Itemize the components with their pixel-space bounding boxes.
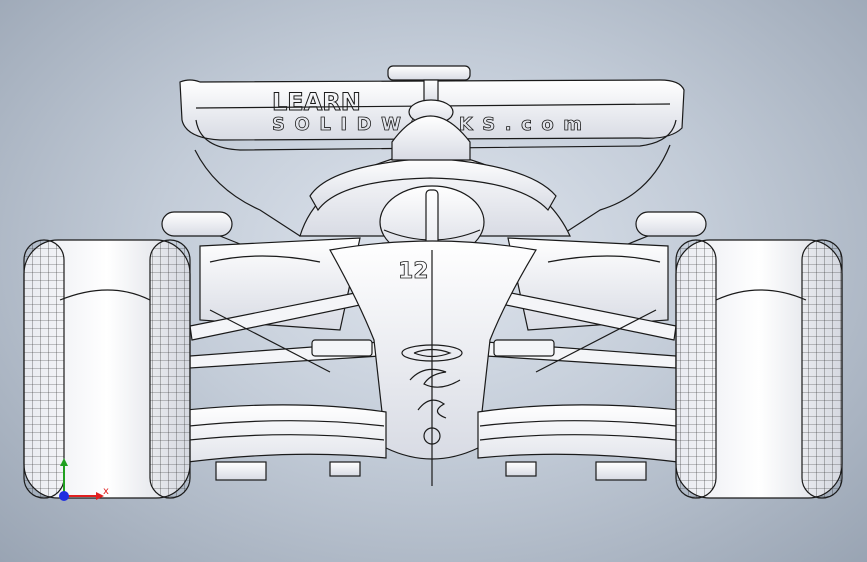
triad-x-label: x: [103, 486, 109, 497]
graphics-viewport[interactable]: LEARN SOLIDWORKS.com: [0, 0, 867, 562]
right-front-tyre: [675, 239, 843, 499]
right-mirror: [627, 211, 707, 245]
nose-number: 12: [398, 259, 429, 284]
car-model-render[interactable]: LEARN SOLIDWORKS.com: [0, 0, 867, 562]
reference-triad: x: [48, 458, 118, 508]
triad-axes-icon: [59, 458, 104, 501]
left-mirror: [161, 211, 241, 245]
rear-wing-text-top: LEARN: [272, 88, 361, 116]
